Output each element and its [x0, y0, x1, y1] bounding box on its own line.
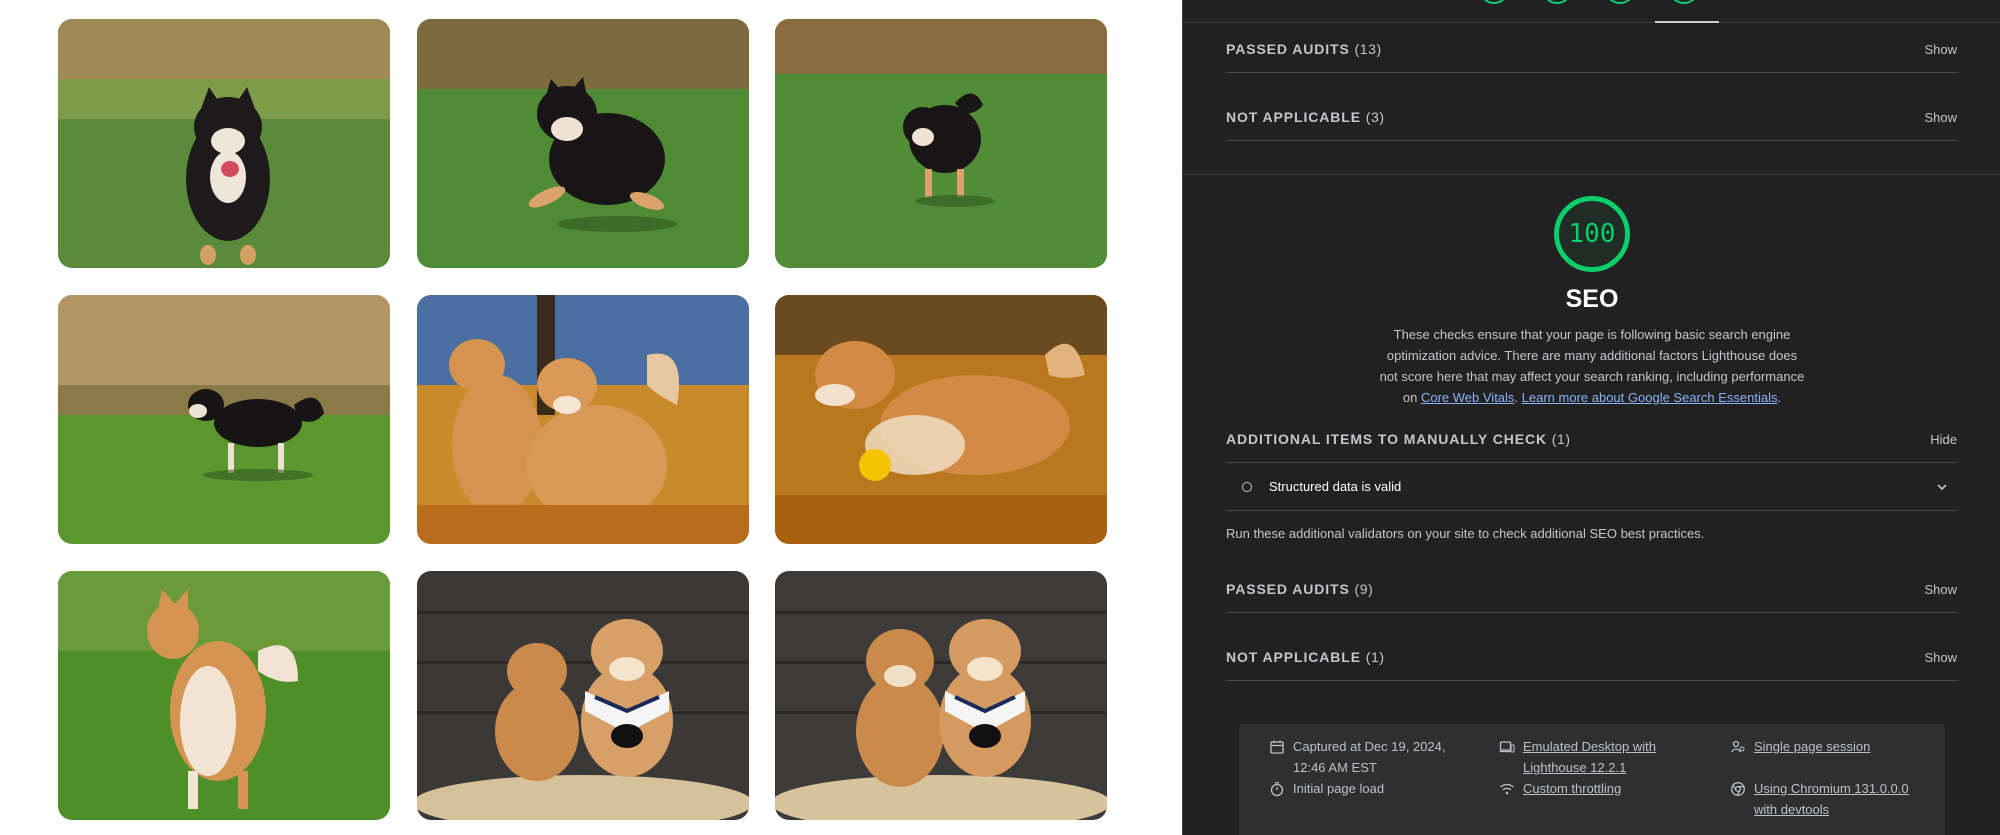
- active-gauge-indicator: [1655, 21, 1719, 23]
- category-description: These checks ensure that your page is fo…: [1379, 327, 1805, 405]
- group-title: NOT APPLICABLE (3): [1226, 109, 1385, 125]
- photo-image: [775, 19, 1107, 268]
- meta-captured: Captured at Dec 19, 2024, 12:46 AM EST: [1269, 736, 1464, 778]
- timer-icon: [1270, 782, 1284, 797]
- photo-image: [417, 19, 749, 268]
- group-passed-audits[interactable]: PASSED AUDITS (9) Show: [1226, 566, 1957, 613]
- meta-emulated[interactable]: Emulated Desktop with Lighthouse 12.2.1: [1499, 736, 1669, 778]
- audit-structured-data[interactable]: Structured data is valid: [1226, 463, 1957, 511]
- learn-more-link[interactable]: Learn more about Google Search Essential…: [1522, 390, 1778, 405]
- group-title: NOT APPLICABLE (1): [1226, 649, 1385, 665]
- audit-title: Structured data is valid: [1269, 479, 1402, 494]
- hide-toggle[interactable]: Hide: [1930, 432, 1957, 447]
- photo-image: [417, 295, 749, 544]
- photo-image: [58, 19, 390, 268]
- show-toggle[interactable]: Show: [1924, 110, 1957, 125]
- gallery-photo[interactable]: [417, 571, 749, 820]
- show-toggle[interactable]: Show: [1924, 582, 1957, 597]
- group-not-applicable[interactable]: NOT APPLICABLE (3) Show: [1226, 94, 1957, 141]
- meta-chromium[interactable]: Using Chromium 131.0.0.0 with devtools: [1730, 778, 1920, 820]
- gallery-photo[interactable]: [775, 571, 1107, 820]
- group-passed-audits[interactable]: PASSED AUDITS (13) Show: [1226, 26, 1957, 73]
- photo-image: [58, 295, 390, 544]
- show-toggle[interactable]: Show: [1924, 42, 1957, 57]
- validators-note: Run these additional validators on your …: [1226, 526, 1705, 541]
- person-icon: [1730, 740, 1745, 753]
- category-title: SEO: [1565, 285, 1619, 313]
- group-title: PASSED AUDITS (9): [1226, 581, 1374, 597]
- device-icon: [1499, 741, 1515, 753]
- gauge-accessibility-icon[interactable]: [1542, 0, 1572, 4]
- group-title: ADDITIONAL ITEMS TO MANUALLY CHECK (1): [1226, 431, 1571, 447]
- gallery-photo[interactable]: [58, 571, 390, 820]
- gallery-photo[interactable]: [417, 19, 749, 268]
- gallery-photo[interactable]: [775, 295, 1107, 544]
- meta-session[interactable]: Single page session: [1730, 736, 1870, 757]
- lighthouse-report-panel: PASSED AUDITS (13) Show NOT APPLICABLE (…: [1182, 0, 2000, 835]
- gallery-photo[interactable]: [58, 19, 390, 268]
- chevron-down-icon[interactable]: [1927, 480, 1957, 494]
- photo-image: [775, 295, 1107, 544]
- gauge-seo-icon[interactable]: [1669, 0, 1699, 4]
- gallery-photo[interactable]: [58, 295, 390, 544]
- category-divider: [1183, 174, 2000, 175]
- meta-throttling[interactable]: Custom throttling: [1499, 778, 1621, 799]
- gallery-photo[interactable]: [775, 19, 1107, 268]
- photo-image: [775, 571, 1107, 820]
- photo-image: [58, 571, 390, 820]
- core-web-vitals-link[interactable]: Core Web Vitals: [1421, 390, 1514, 405]
- group-not-applicable[interactable]: NOT APPLICABLE (1) Show: [1226, 634, 1957, 681]
- score-value: 100: [1568, 219, 1616, 249]
- category-gauges-bar: [1183, 0, 2000, 23]
- seo-score-gauge: 100: [1554, 196, 1630, 272]
- runtime-settings: Captured at Dec 19, 2024, 12:46 AM EST I…: [1239, 724, 1945, 835]
- gauge-performance-icon[interactable]: [1479, 0, 1509, 4]
- gauge-best-practices-icon[interactable]: [1605, 0, 1635, 4]
- calendar-icon: [1270, 740, 1284, 754]
- meta-initial-load: Initial page load: [1269, 778, 1384, 799]
- group-title: PASSED AUDITS (13): [1226, 41, 1382, 57]
- show-toggle[interactable]: Show: [1924, 650, 1957, 665]
- wifi-icon: [1500, 783, 1514, 795]
- photo-image: [417, 571, 749, 820]
- gallery-photo[interactable]: [417, 295, 749, 544]
- photo-gallery: [0, 0, 1182, 835]
- chrome-icon: [1731, 782, 1745, 796]
- manual-audit-icon: [1242, 481, 1252, 492]
- group-manual-check[interactable]: ADDITIONAL ITEMS TO MANUALLY CHECK (1) H…: [1226, 416, 1957, 463]
